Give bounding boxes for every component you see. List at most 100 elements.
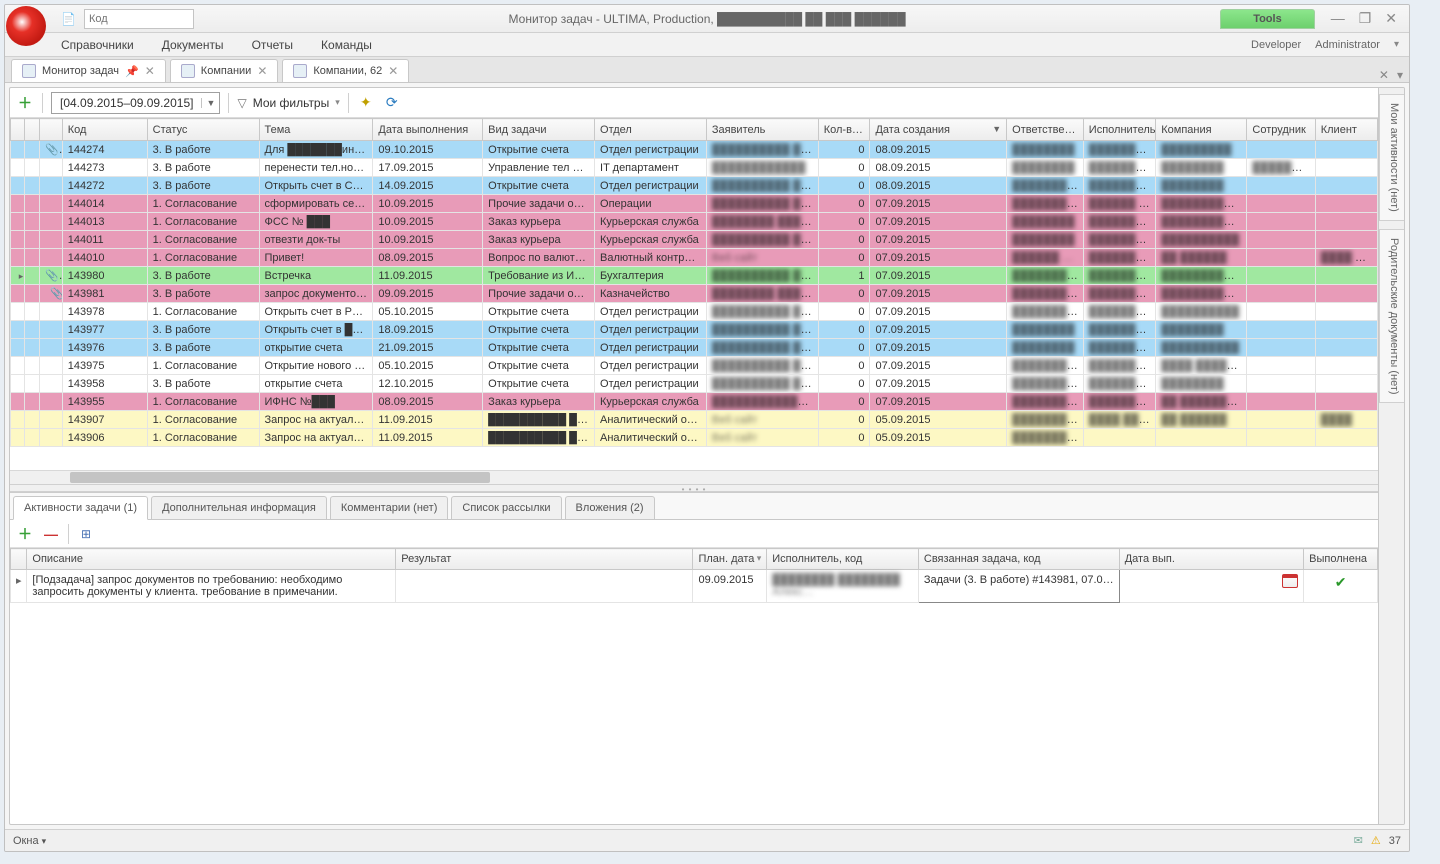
cell[interactable]: Запрос на актуал… (259, 429, 373, 447)
expander-cell[interactable] (11, 303, 25, 321)
calendar-icon[interactable] (1282, 574, 1298, 588)
cell[interactable]: сформировать сер… (259, 195, 373, 213)
cell[interactable]: открытие счета (259, 375, 373, 393)
cell[interactable]: Требование из ИФ… (483, 267, 595, 285)
cell[interactable]: 0 (818, 321, 870, 339)
cell[interactable]: 05.10.2015 (373, 357, 483, 375)
cell[interactable]: 21.09.2015 (373, 339, 483, 357)
cell[interactable]: 07.09.2015 (870, 195, 1007, 213)
cell[interactable]: 0 (818, 231, 870, 249)
my-filters-dropdown[interactable]: ▽ Мои фильтры ▾ (237, 96, 339, 110)
cell[interactable]: 143978 (62, 303, 147, 321)
cell[interactable] (1247, 357, 1315, 375)
cell[interactable]: 0 (818, 303, 870, 321)
column-header[interactable]: Компания (1156, 119, 1247, 141)
cell[interactable]: Открыть счет в С… (259, 177, 373, 195)
cell[interactable] (1315, 357, 1377, 375)
table-row[interactable]: 1442733. В работеперенести тел.но…17.09.… (11, 159, 1378, 177)
cell[interactable]: Заказ курьера (483, 231, 595, 249)
warning-icon[interactable]: ⚠ (1371, 834, 1381, 847)
cell[interactable]: 0 (818, 339, 870, 357)
cell[interactable]: 143907 (62, 411, 147, 429)
cell[interactable] (1156, 429, 1247, 447)
cell[interactable]: 144274 (62, 141, 147, 159)
cell[interactable]: 143975 (62, 357, 147, 375)
cell[interactable]: 144011 (62, 231, 147, 249)
cell[interactable]: Курьерская служба (595, 231, 707, 249)
horizontal-scrollbar[interactable] (10, 470, 1378, 484)
cell[interactable]: 0 (818, 177, 870, 195)
cell[interactable]: 07.09.2015 (870, 303, 1007, 321)
cell[interactable]: 0 (818, 213, 870, 231)
cell[interactable]: 0 (818, 357, 870, 375)
cell[interactable]: ██████████ (1083, 267, 1155, 285)
cell[interactable]: Курьерская служба (595, 393, 707, 411)
cell[interactable]: ██████████ (1007, 393, 1084, 411)
cell[interactable]: ██████████ (1156, 231, 1247, 249)
cell[interactable]: 143958 (62, 375, 147, 393)
cell[interactable]: Валютный контроль (595, 249, 707, 267)
cell[interactable]: ██████████ ██… (706, 231, 818, 249)
cell[interactable]: Отдел регистрации (595, 303, 707, 321)
cell[interactable]: ██████████ ████████ █… (706, 267, 818, 285)
cell[interactable]: ████ ████… (1315, 249, 1377, 267)
cell[interactable]: 0 (818, 429, 870, 447)
detail-tab-attachments[interactable]: Вложения (2) (565, 496, 655, 519)
column-header[interactable]: Вид задачи (483, 119, 595, 141)
cell[interactable] (1247, 375, 1315, 393)
cell[interactable]: ██████████ ██… (1156, 267, 1247, 285)
table-row[interactable]: 📎1442743. В работеДля ███████ина.С…09.10… (11, 141, 1378, 159)
col-datedone[interactable]: Дата вып. (1119, 549, 1303, 570)
cell[interactable]: 1. Согласование (147, 195, 259, 213)
cell[interactable]: Бухгалтерия (595, 267, 707, 285)
expander-cell[interactable] (11, 357, 25, 375)
detail-tab-comments[interactable]: Комментарии (нет) (330, 496, 449, 519)
expander-cell[interactable]: ▸ ▾ (11, 267, 25, 285)
cell[interactable]: Открытие счета (483, 177, 595, 195)
expander-cell[interactable] (11, 231, 25, 249)
cell[interactable]: 17.09.2015 (373, 159, 483, 177)
cell[interactable]: ██████████ █… (1007, 267, 1084, 285)
cell[interactable]: 12.10.2015 (373, 375, 483, 393)
cell[interactable]: 1. Согласование (147, 429, 259, 447)
cell[interactable]: ██████████ ████… (706, 177, 818, 195)
cell[interactable]: 0 (818, 375, 870, 393)
chevron-down-icon[interactable]: ▾ (1394, 39, 1399, 50)
cell[interactable]: ██████████████████ ██████ … (706, 393, 818, 411)
cell[interactable] (1247, 141, 1315, 159)
tab-companies-62[interactable]: Компании, 62 ✕ (282, 59, 409, 82)
cell[interactable]: Открытие счета (483, 339, 595, 357)
column-header[interactable]: Ответстве… (1007, 119, 1084, 141)
cell[interactable] (1315, 267, 1377, 285)
menu-item[interactable]: Команды (321, 38, 372, 52)
cell[interactable]: ██████████ (1083, 375, 1155, 393)
cell[interactable]: Отдел регистрации (595, 177, 707, 195)
cell[interactable]: 07.09.2015 (870, 213, 1007, 231)
table-row[interactable]: 1439763. В работеоткрытие счета21.09.201… (11, 339, 1378, 357)
cell[interactable]: ████████ (1083, 177, 1155, 195)
cell[interactable] (1315, 339, 1377, 357)
close-all-icon[interactable]: ✕ (1379, 68, 1389, 82)
cell[interactable]: ██████████ █… (1156, 213, 1247, 231)
cell[interactable]: Запрос на актуал… (259, 411, 373, 429)
cell[interactable]: Отдел регистрации (595, 339, 707, 357)
cell[interactable]: 10.09.2015 (373, 213, 483, 231)
cell[interactable]: Прочие задачи оп… (483, 195, 595, 213)
cell[interactable]: ██████████ (1083, 213, 1155, 231)
detail-tab-activities[interactable]: Активности задачи (1) (13, 496, 148, 520)
cell[interactable]: ████ ██ █… (1083, 411, 1155, 429)
cell[interactable]: 07.09.2015 (870, 375, 1007, 393)
cell[interactable]: 1. Согласование (147, 357, 259, 375)
cell[interactable]: 08.09.2015 (870, 141, 1007, 159)
cell[interactable]: 3. В работе (147, 177, 259, 195)
cell[interactable]: Открытие нового … (259, 357, 373, 375)
cell[interactable]: 07.09.2015 (870, 339, 1007, 357)
cell-executor[interactable]: ████████ ████████ Алекс… (767, 570, 919, 603)
cell-plandate[interactable]: 09.09.2015 (693, 570, 767, 603)
cell[interactable]: █████████ (1156, 141, 1247, 159)
menu-item[interactable]: Справочники (61, 38, 134, 52)
cell[interactable]: Аналитический от… (595, 429, 707, 447)
close-icon[interactable]: ✕ (257, 64, 267, 78)
cell[interactable]: 143980 (62, 267, 147, 285)
cell[interactable]: 143976 (62, 339, 147, 357)
